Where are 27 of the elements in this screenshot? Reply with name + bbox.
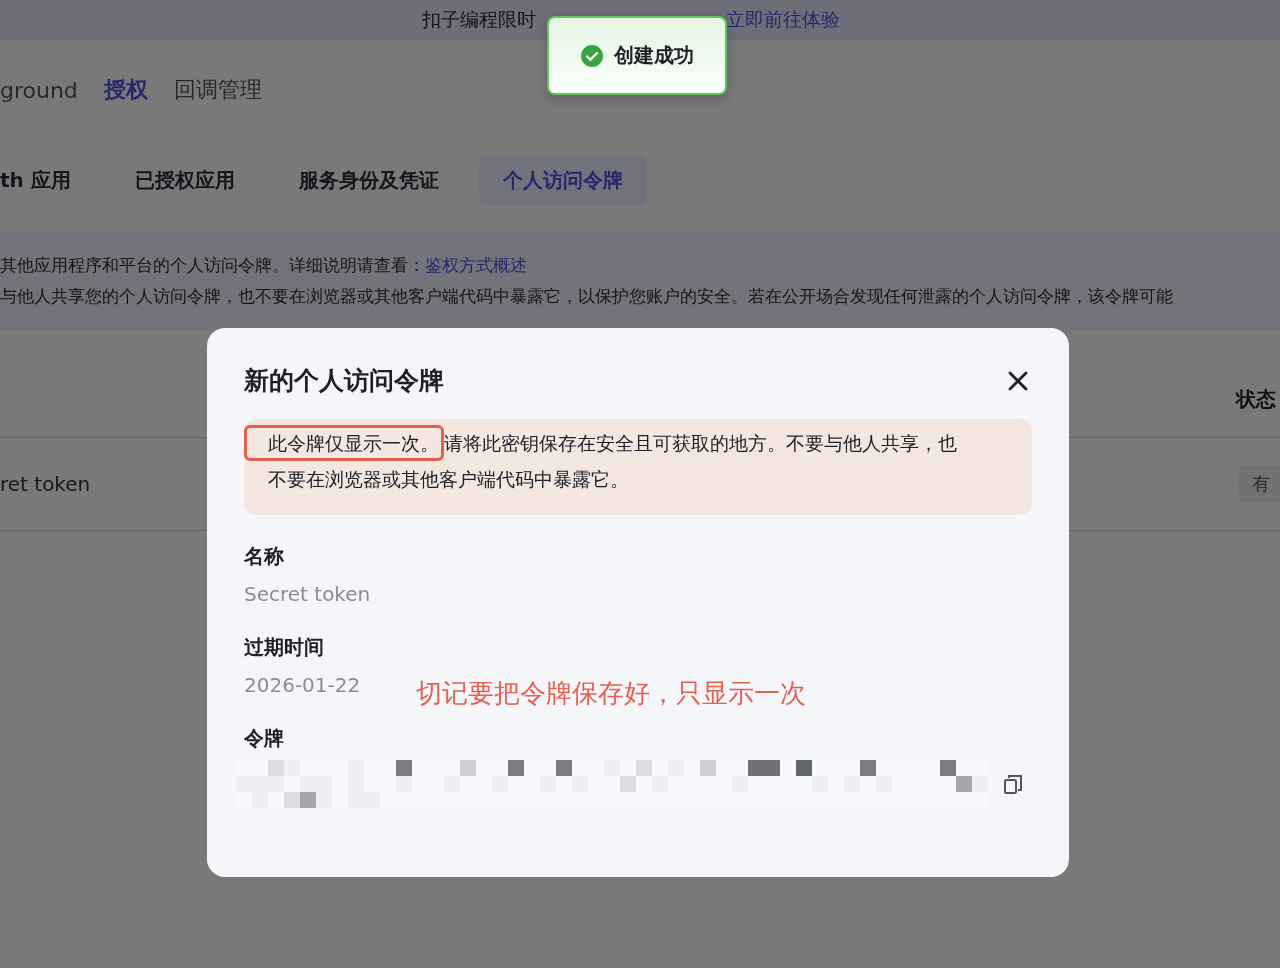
toast-text: 创建成功 bbox=[614, 42, 694, 69]
field-label: 名称 bbox=[244, 543, 285, 570]
copy-icon bbox=[1002, 773, 1024, 795]
info-text: 与他人共享您的个人访问令牌，也不要在浏览器或其他客户端代码中暴露它，以保护您账户的安全。若在公开场合发现任何泄露的个人访问令牌，该令牌可能 bbox=[0, 285, 1174, 308]
banner-text: 扣子编程限时 bbox=[422, 7, 536, 32]
tab[interactable]: 个人访问令牌 bbox=[478, 154, 647, 206]
docs-link[interactable]: 鉴权方式概述 bbox=[425, 255, 527, 275]
tab[interactable]: 服务身份及凭证 bbox=[274, 154, 463, 206]
info-text: 其他应用程序和平台的个人访问令牌。详细说明请查看： bbox=[0, 255, 425, 275]
nav-item[interactable]: 回调管理 bbox=[173, 75, 262, 105]
tab[interactable]: th 应用 bbox=[0, 154, 95, 206]
dialog-title: 新的个人访问令牌 bbox=[244, 365, 444, 397]
banner-link[interactable]: 立即前往体验 bbox=[726, 7, 840, 33]
field-label: 过期时间 bbox=[244, 634, 325, 661]
warning-text: 此令牌仅显示一次。 请将此密钥保存在安全且可获取的地方。不要与他人共享，也不要在浏览器或其他客户端代码中暴露它。 bbox=[244, 425, 972, 497]
check-icon bbox=[580, 43, 604, 68]
field-value: 2026-01-22 bbox=[244, 673, 361, 697]
nav-item[interactable]: ground bbox=[0, 77, 78, 103]
field-label: 令牌 bbox=[244, 725, 285, 752]
annotation-text: 切记要把令牌保存好，只显示一次 bbox=[416, 677, 807, 710]
column-header: 状态 bbox=[1236, 386, 1276, 413]
close-icon bbox=[1008, 370, 1028, 391]
table-cell: ret token bbox=[0, 472, 91, 496]
field-value: Secret token bbox=[244, 582, 372, 606]
status-badge: 有 bbox=[1238, 466, 1280, 502]
tab[interactable]: 已授权应用 bbox=[110, 154, 259, 206]
nav-item[interactable]: 授权 bbox=[103, 75, 148, 105]
